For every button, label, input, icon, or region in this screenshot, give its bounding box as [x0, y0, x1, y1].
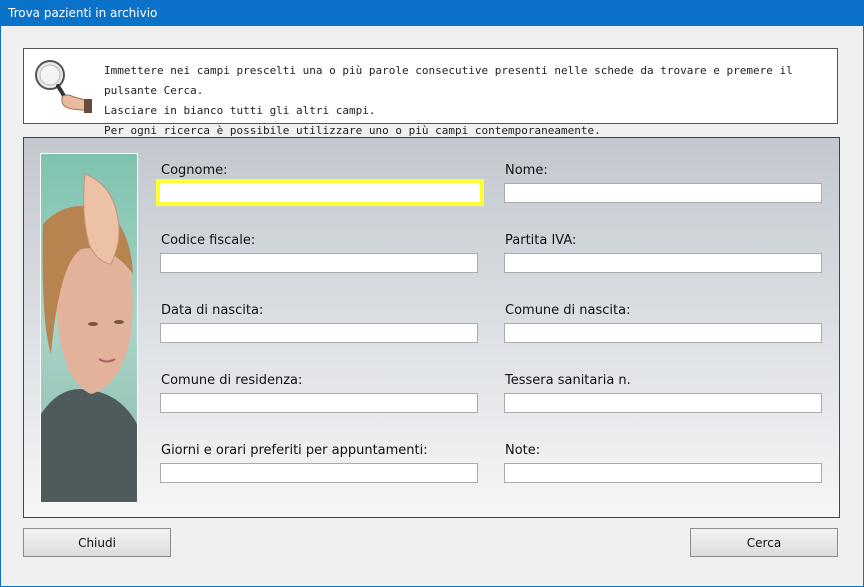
window-title: Trova pazienti in archivio: [8, 6, 158, 20]
partita-iva-input[interactable]: [504, 253, 822, 273]
cognome-input[interactable]: [156, 179, 484, 206]
data-nascita-label: Data di nascita:: [161, 303, 264, 318]
magnifier-icon: [35, 60, 92, 113]
comune-nascita-label: Comune di nascita:: [505, 303, 631, 318]
codice-fiscale-input[interactable]: [160, 253, 478, 273]
title-bar: Trova pazienti in archivio: [0, 0, 864, 26]
comune-residenza-input[interactable]: [160, 393, 478, 413]
nome-label: Nome:: [505, 163, 548, 178]
codice-fiscale-label: Codice fiscale:: [161, 233, 256, 248]
patient-photo: [40, 153, 138, 503]
comune-nascita-input[interactable]: [504, 323, 822, 343]
note-input[interactable]: [504, 463, 822, 483]
info-line-1: Immettere nei campi prescelti una o più …: [104, 64, 793, 97]
giorni-orari-input[interactable]: [160, 463, 478, 483]
info-panel: Immettere nei campi prescelti una o più …: [23, 48, 838, 137]
giorni-orari-label: Giorni e orari preferiti per appuntament…: [161, 443, 428, 458]
tessera-sanitaria-input[interactable]: [504, 393, 822, 413]
note-label: Note:: [505, 443, 541, 458]
comune-residenza-label: Comune di residenza:: [161, 373, 303, 388]
partita-iva-label: Partita IVA:: [505, 233, 577, 248]
data-nascita-input[interactable]: [160, 323, 478, 343]
search-button[interactable]: Cerca: [690, 528, 838, 557]
nome-input[interactable]: [504, 183, 822, 203]
tessera-sanitaria-label: Tessera sanitaria n.: [505, 373, 631, 388]
info-line-2: Lasciare in bianco tutti gli altri campi…: [104, 104, 376, 117]
cognome-label: Cognome:: [161, 163, 228, 178]
close-button[interactable]: Chiudi: [23, 528, 171, 557]
dialog-window: Immettere nei campi prescelti una o più …: [1, 26, 863, 586]
info-text: Immettere nei campi prescelti una o più …: [104, 61, 837, 141]
search-form-panel: Cognome: Nome: Codice fiscale: Partita I…: [23, 137, 840, 518]
